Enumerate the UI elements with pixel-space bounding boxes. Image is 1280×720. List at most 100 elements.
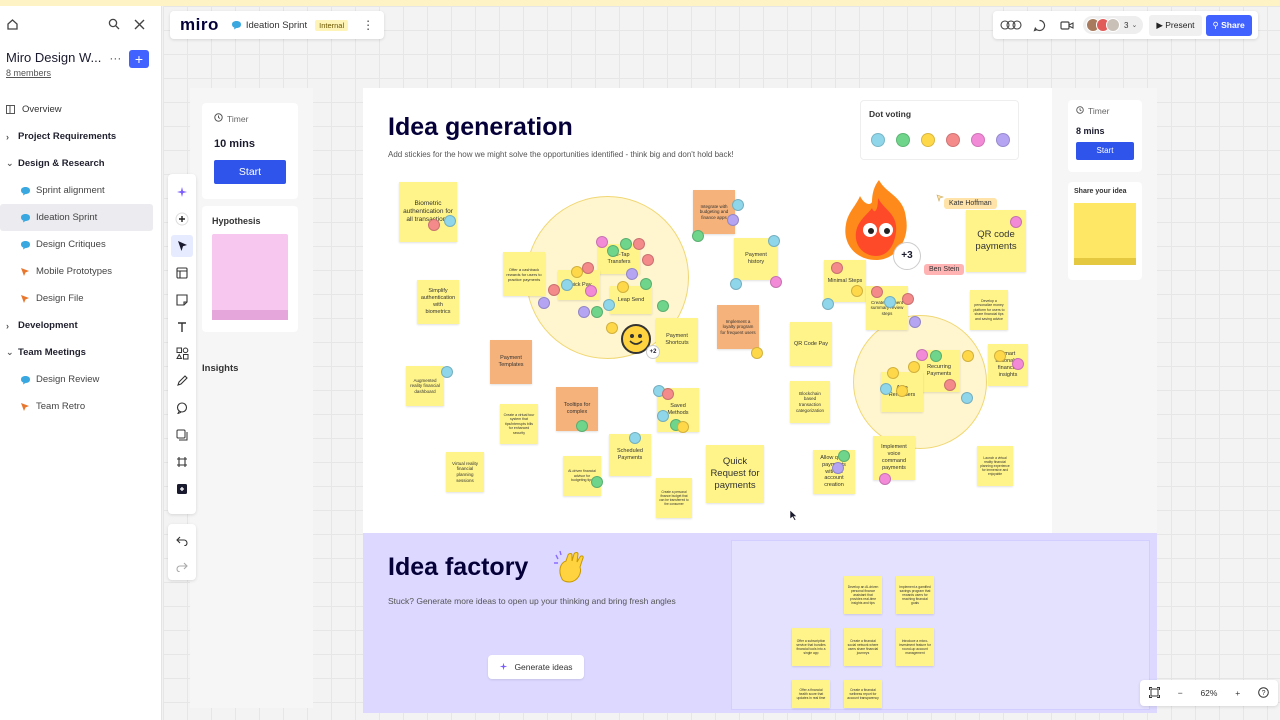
sidebar-item-design-critiques[interactable]: Design Critiques: [0, 231, 161, 258]
comment-icon[interactable]: [171, 397, 193, 419]
vote-dot[interactable]: [548, 284, 560, 296]
reactions-icon[interactable]: [999, 13, 1023, 37]
vote-dot[interactable]: [428, 219, 440, 231]
vote-dot[interactable]: [838, 450, 850, 462]
chevron-right-icon[interactable]: ›: [6, 132, 18, 142]
share-idea-sticky[interactable]: [1074, 203, 1136, 265]
vote-dot[interactable]: [994, 350, 1006, 362]
vote-dot[interactable]: [871, 286, 883, 298]
redo-icon[interactable]: [171, 557, 193, 578]
vote-dot[interactable]: [538, 297, 550, 309]
voting-dot[interactable]: [971, 133, 985, 147]
members-link[interactable]: 8 members: [6, 68, 155, 78]
present-button[interactable]: ▶ Present: [1149, 14, 1202, 36]
vote-dot[interactable]: [732, 199, 744, 211]
zoom-in-icon[interactable]: +: [1235, 688, 1240, 698]
sidebar-section-design-research[interactable]: ⌄ Design & Research: [0, 150, 161, 177]
vote-dot[interactable]: [902, 293, 914, 305]
more-options-icon[interactable]: ⋮: [362, 18, 374, 32]
video-icon[interactable]: [1055, 13, 1079, 37]
vote-dot[interactable]: [692, 230, 704, 242]
voting-dot[interactable]: [996, 133, 1010, 147]
vote-dot[interactable]: [1012, 358, 1024, 370]
sticky-note[interactable]: Create a financial wellness report for a…: [844, 680, 882, 708]
miro-logo[interactable]: miro: [180, 15, 219, 35]
sticky-note[interactable]: Payment Shortcuts: [656, 318, 698, 362]
vote-dot[interactable]: [770, 276, 782, 288]
sticky-note[interactable]: Leap Send: [610, 286, 652, 314]
vote-dot[interactable]: [930, 350, 942, 362]
vote-dot[interactable]: [657, 300, 669, 312]
shapes-icon[interactable]: [171, 343, 193, 365]
sticky-note[interactable]: Augmented reality financial dashboard: [406, 366, 444, 406]
vote-dot[interactable]: [730, 278, 742, 290]
sidebar-section-project-requirements[interactable]: › Project Requirements: [0, 123, 161, 150]
sidebar-item-overview[interactable]: Overview: [0, 96, 161, 123]
sticky-note[interactable]: Biometric authentication for all transac…: [399, 182, 457, 242]
vote-dot[interactable]: [727, 214, 739, 226]
vote-dot[interactable]: [962, 350, 974, 362]
sidebar-item-ideation-sprint[interactable]: Ideation Sprint: [0, 204, 153, 231]
vote-dot[interactable]: [578, 306, 590, 318]
vote-dot[interactable]: [576, 420, 588, 432]
text-icon[interactable]: [171, 316, 193, 338]
vote-dot[interactable]: [642, 254, 654, 266]
undo-icon[interactable]: [171, 531, 193, 552]
workspace-name[interactable]: Miro Design W...: [6, 50, 101, 65]
sidebar-section-development[interactable]: › Development: [0, 312, 161, 339]
sticky-note[interactable]: Payment Templates: [490, 340, 532, 384]
vote-dot[interactable]: [596, 236, 608, 248]
sticky-note[interactable]: Create a virtual tour system that tips/i…: [500, 404, 538, 444]
vote-dot[interactable]: [582, 262, 594, 274]
vote-dot[interactable]: [880, 383, 892, 395]
vote-dot[interactable]: [603, 299, 615, 311]
vote-dot[interactable]: [768, 235, 780, 247]
ai-sparkle-icon[interactable]: [171, 181, 193, 203]
sticky-note[interactable]: Offer a financial health score that upda…: [792, 680, 830, 708]
vote-dot[interactable]: [626, 268, 638, 280]
sidebar-item-design-file[interactable]: Design File: [0, 285, 161, 312]
chevron-right-icon[interactable]: ›: [6, 321, 18, 331]
vote-dot[interactable]: [629, 432, 641, 444]
vote-dot[interactable]: [662, 388, 674, 400]
sticky-note[interactable]: Quick Request for payments: [706, 445, 764, 503]
select-cursor-icon[interactable]: [171, 234, 193, 257]
vote-dot[interactable]: [561, 279, 573, 291]
vote-dot[interactable]: [657, 410, 669, 422]
share-button[interactable]: ⚲ Share: [1205, 14, 1252, 36]
vote-dot[interactable]: [591, 476, 603, 488]
sticky-note[interactable]: Virtual reality financial planning sessi…: [446, 452, 484, 492]
sticky-note[interactable]: Launch a virtual reality financial plann…: [977, 446, 1013, 486]
vote-dot[interactable]: [851, 285, 863, 297]
add-button[interactable]: +: [129, 50, 149, 68]
sticky-note[interactable]: Create a financial social network where …: [844, 628, 882, 666]
pen-icon[interactable]: [171, 370, 193, 392]
sticky-note[interactable]: Create a personal finance budget that ca…: [656, 478, 692, 518]
sticky-note[interactable]: Implement a loyalty program for frequent…: [717, 305, 759, 349]
sidebar-item-sprint-alignment[interactable]: Sprint alignment: [0, 177, 161, 204]
frame-stack-icon[interactable]: [171, 424, 193, 446]
sticky-note[interactable]: Simplify authentication with biometrics: [417, 280, 459, 324]
sticky-note[interactable]: Integrate with budgeting and finance app…: [693, 190, 735, 234]
sidebar-item-design-review[interactable]: Design Review: [0, 366, 161, 393]
voting-dot[interactable]: [871, 133, 885, 147]
more-options-icon[interactable]: ···: [109, 51, 121, 65]
board-name[interactable]: Ideation Sprint: [246, 20, 307, 31]
vote-dot[interactable]: [441, 366, 453, 378]
frame-icon[interactable]: [171, 451, 193, 473]
add-circle-icon[interactable]: [171, 208, 193, 230]
home-icon[interactable]: [6, 18, 19, 31]
sticky-note[interactable]: Offer a subscription service that bundle…: [792, 628, 830, 666]
chevron-down-icon[interactable]: ⌄: [6, 158, 18, 169]
sidebar-item-mobile-prototypes[interactable]: Mobile Prototypes: [0, 258, 161, 285]
sticky-note[interactable]: Blockchain based transaction categorizat…: [790, 381, 830, 423]
sidebar-section-team-meetings[interactable]: ⌄ Team Meetings: [0, 339, 161, 366]
vote-dot[interactable]: [677, 421, 689, 433]
vote-dot[interactable]: [896, 385, 908, 397]
hypothesis-sticky[interactable]: [212, 234, 288, 320]
sticky-note[interactable]: Implement voice command payments: [873, 436, 915, 480]
sticky-note[interactable]: Introduce a micro-investment feature for…: [896, 628, 934, 666]
sticky-note[interactable]: QR Code Pay: [790, 322, 832, 366]
vote-dot[interactable]: [640, 278, 652, 290]
voting-dot[interactable]: [946, 133, 960, 147]
